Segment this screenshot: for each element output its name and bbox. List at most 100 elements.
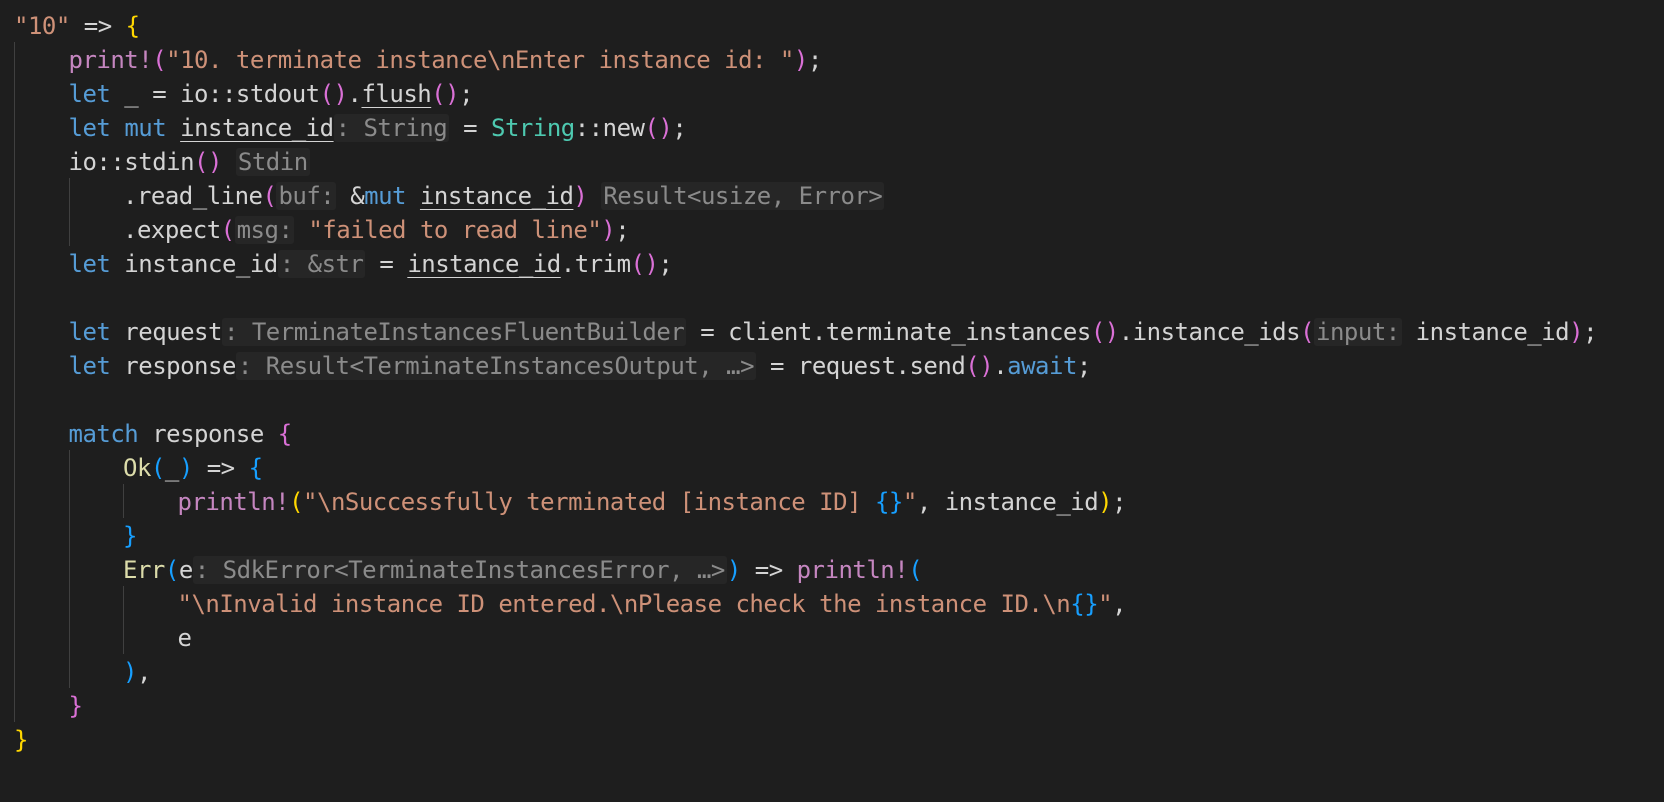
code-token: {} [874, 488, 903, 516]
code-token: () [965, 352, 994, 380]
code-token: instance_id [180, 114, 334, 142]
code-line[interactable]: e [178, 620, 192, 656]
indent-guide [69, 450, 70, 688]
code-token: e [177, 624, 192, 652]
code-line[interactable]: let response: Result<TerminateInstancesO… [69, 348, 1091, 384]
code-line[interactable]: Ok(_) => { [123, 450, 263, 486]
code-line[interactable]: io::stdin() Stdin [69, 144, 310, 180]
code-token: = [365, 250, 408, 278]
inlay-hint: : SdkError<TerminateInstancesError, …> [192, 556, 727, 584]
code-token: } [14, 726, 28, 754]
code-token: "\nSuccessfully terminated [instance ID] [303, 488, 875, 516]
code-token: let [68, 250, 111, 278]
code-token: match [68, 420, 139, 448]
code-line[interactable]: Err ( e: SdkError<TerminateInstancesError,… [123, 552, 923, 588]
code-token: mut [124, 114, 167, 142]
code-token: request [110, 318, 222, 346]
code-token: ; [807, 46, 822, 74]
code-token: ( [289, 488, 304, 516]
code-token: " [902, 488, 917, 516]
code-token: println! [796, 556, 909, 584]
inlay-hint: Result<usize, Error> [601, 182, 885, 210]
code-token: . [993, 352, 1008, 380]
code-token: "10" [14, 12, 70, 40]
code-line[interactable]: .read_line(buf: &mut instance_id) Result… [123, 178, 885, 214]
code-token: await [1007, 352, 1077, 380]
code-token: let [68, 114, 111, 142]
code-line[interactable]: .expect(msg: "failed to read line"); [123, 212, 630, 248]
indent-guide [123, 484, 124, 518]
code-line[interactable]: "10" => { [14, 8, 140, 44]
inlay-hint: msg: [234, 216, 295, 244]
code-token: () [1090, 318, 1119, 346]
code-line[interactable]: } [14, 722, 28, 758]
inlay-hint: : String [333, 114, 450, 142]
code-token: flush [361, 80, 432, 108]
code-token: ( [220, 216, 235, 244]
code-token: ) [1569, 318, 1584, 346]
code-token: Err [123, 556, 165, 584]
code-token: ; [615, 216, 630, 244]
code-token: _ [164, 454, 179, 482]
code-token: {} [1070, 590, 1099, 618]
code-token: & [336, 182, 365, 210]
code-line[interactable]: } [69, 688, 83, 724]
code-token: io::stdin [68, 148, 195, 176]
code-token: let [68, 318, 111, 346]
code-line[interactable]: let mut instance_id: String = String::ne… [69, 110, 687, 146]
code-token: ( [262, 182, 277, 210]
code-line[interactable]: println!("\nSuccessfully terminated [ins… [178, 484, 1127, 520]
code-token: () [630, 250, 659, 278]
code-token: "\nInvalid instance ID entered.\nPlease … [177, 590, 1071, 618]
code-token: response [138, 420, 278, 448]
code-line[interactable]: print!("10. terminate instance\nEnter in… [69, 42, 823, 78]
code-line[interactable]: match response { [68, 416, 293, 452]
code-line[interactable]: "\nInvalid instance ID entered.\nPlease … [178, 586, 1127, 622]
code-token: String [491, 114, 575, 142]
code-token: , [1112, 590, 1127, 618]
inlay-hint: : &str [277, 250, 366, 278]
code-line[interactable]: let request: TerminateInstancesFluentBui… [69, 314, 1598, 350]
code-token: "10. terminate instance\nEnter instance … [166, 46, 794, 74]
inlay-hint: : Result<TerminateInstancesOutput, …> [235, 352, 757, 380]
code-editor[interactable]: "10" => {print!("10. terminate instance\… [0, 0, 1664, 802]
indent-guide [69, 178, 70, 246]
code-token: response [110, 352, 236, 380]
code-token: ) [123, 658, 137, 686]
code-token: . [347, 80, 362, 108]
code-token: { [277, 420, 292, 448]
code-token: = request.send [756, 352, 966, 380]
code-token: e [178, 556, 193, 584]
inlay-hint: : TerminateInstancesFluentBuilder [221, 318, 687, 346]
code-token: instance_id [1401, 318, 1570, 346]
code-token: ( [908, 556, 923, 584]
inlay-hint: buf: [276, 182, 337, 210]
code-token: () [319, 80, 348, 108]
code-line[interactable]: let _ = io::stdout().flush(); [69, 76, 474, 112]
code-token: .expect [123, 216, 221, 244]
code-token: () [431, 80, 460, 108]
code-token: ( [152, 46, 167, 74]
code-token: => [69, 12, 126, 40]
indent-guide [14, 42, 15, 722]
code-token: ( [150, 454, 165, 482]
code-token: Ok [123, 454, 151, 482]
code-token: { [125, 12, 140, 40]
code-token: { [248, 454, 263, 482]
code-token: ) [178, 454, 193, 482]
code-token: ) [573, 182, 588, 210]
code-token: .instance_ids [1118, 318, 1301, 346]
code-token: , [136, 658, 151, 686]
code-token: ( [1300, 318, 1315, 346]
code-line[interactable]: } [123, 518, 137, 554]
code-token: "failed to read line" [308, 216, 602, 244]
code-token: ; [1076, 352, 1091, 380]
code-line[interactable]: ), [123, 654, 151, 690]
code-token: => [740, 556, 797, 584]
code-line[interactable]: let instance_id: &str = instance_id.trim… [69, 246, 673, 282]
